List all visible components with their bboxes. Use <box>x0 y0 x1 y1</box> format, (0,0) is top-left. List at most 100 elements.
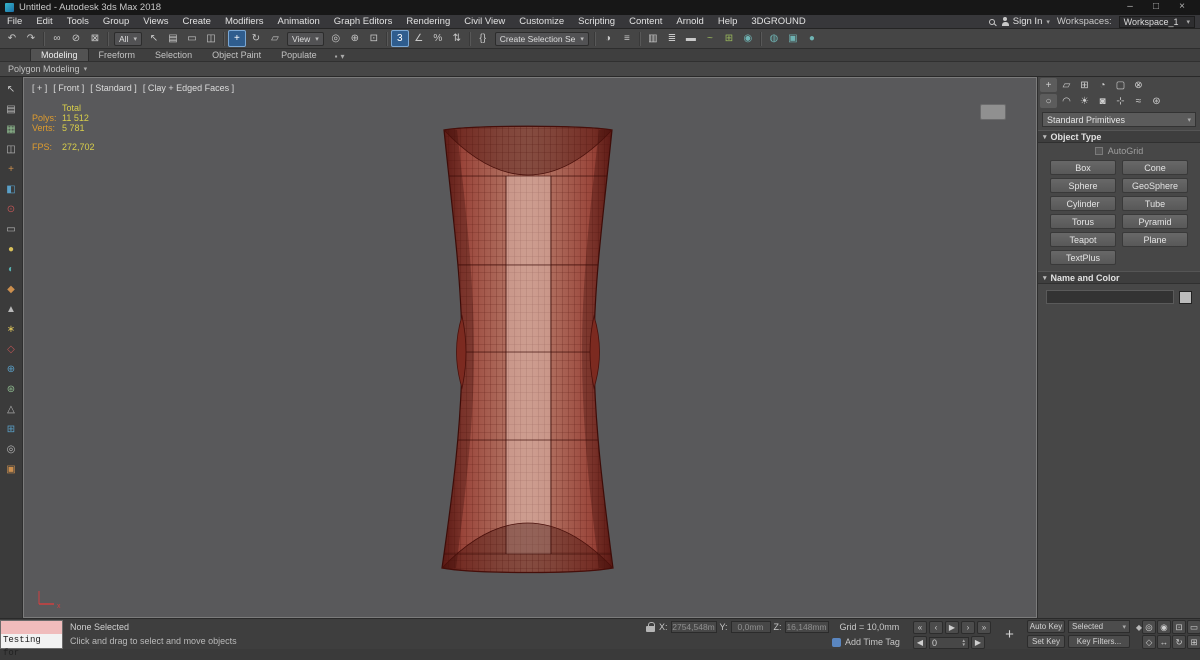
left-toolbar-button-20[interactable]: ▣ <box>3 461 20 478</box>
maximize-viewport-toggle[interactable]: ⊞ <box>1187 635 1200 649</box>
selection-lock-icon[interactable] <box>646 621 656 633</box>
reference-coordinate-dropdown[interactable]: View <box>286 31 324 46</box>
select-object-button[interactable]: ↖ <box>145 30 163 47</box>
left-toolbar-button-18[interactable]: ⊞ <box>3 421 20 438</box>
polygon-modeling-panel[interactable]: Polygon Modeling <box>8 64 80 74</box>
align-button[interactable]: ≡ <box>618 30 636 47</box>
menu-modifiers[interactable]: Modifiers <box>218 15 271 28</box>
close-button[interactable]: × <box>1169 0 1195 15</box>
toggle-layer-explorer-button[interactable]: ≣ <box>663 30 681 47</box>
primitive-category-dropdown[interactable]: Standard Primitives ▾ <box>1042 112 1196 127</box>
ribbon-tab-modeling[interactable]: Modeling <box>30 48 89 61</box>
left-toolbar-button-14[interactable]: ◇ <box>3 341 20 358</box>
search-icon[interactable] <box>988 18 995 25</box>
render-production-button[interactable]: ● <box>803 30 821 47</box>
toggle-ribbon-button[interactable]: ▬ <box>682 30 700 47</box>
menu-3dground[interactable]: 3DGROUND <box>744 15 812 28</box>
autogrid-checkbox[interactable]: AutoGrid <box>1038 143 1200 158</box>
previous-key-button[interactable]: ◀ <box>913 636 927 649</box>
left-toolbar-button-05[interactable]: + <box>3 161 20 178</box>
object-color-swatch[interactable] <box>1179 290 1192 304</box>
tab-create[interactable]: + <box>1040 78 1057 92</box>
go-to-end-button[interactable]: » <box>977 621 991 634</box>
sign-in-button[interactable]: Sign In ▾ <box>1001 16 1050 27</box>
absolute-offset-toggle[interactable]: + <box>1000 625 1019 644</box>
viewport-menu-pov[interactable]: [ Front ] <box>53 83 84 93</box>
keyboard-override-toggle[interactable]: ⊡ <box>365 30 383 47</box>
menu-views[interactable]: Views <box>136 15 175 28</box>
orbit-button[interactable]: ↻ <box>1172 635 1186 649</box>
cone-button[interactable]: Cone <box>1122 160 1188 175</box>
viewport-menu-general[interactable]: [ + ] <box>32 83 47 93</box>
menu-rendering[interactable]: Rendering <box>399 15 457 28</box>
key-filters-button[interactable]: Key Filters... <box>1068 635 1130 648</box>
pan-view-button[interactable]: ↔ <box>1157 635 1171 649</box>
snaps-toggle-3d[interactable]: 3 <box>390 30 409 47</box>
left-toolbar-button-09[interactable]: ● <box>3 241 20 258</box>
z-coordinate-field[interactable]: 16,148mm <box>784 621 829 633</box>
zoom-extents-button[interactable]: ⊡ <box>1172 620 1186 634</box>
select-and-move-button[interactable]: + <box>227 30 246 47</box>
left-toolbar-button-16[interactable]: ⊛ <box>3 381 20 398</box>
left-toolbar-button-08[interactable]: ▭ <box>3 221 20 238</box>
menu-group[interactable]: Group <box>96 15 136 28</box>
menu-arnold[interactable]: Arnold <box>669 15 710 28</box>
left-toolbar-button-15[interactable]: ⊕ <box>3 361 20 378</box>
set-key-button[interactable]: Set Key <box>1027 635 1065 648</box>
toggle-scene-explorer-button[interactable]: ▥ <box>644 30 662 47</box>
undo-button[interactable]: ↶ <box>3 30 21 47</box>
play-animation-button[interactable]: ▶ <box>945 621 959 634</box>
auto-key-button[interactable]: Auto Key <box>1027 620 1065 633</box>
pyramid-button[interactable]: Pyramid <box>1122 214 1188 229</box>
spinner-snap-toggle[interactable]: ⇅ <box>448 30 466 47</box>
category-shapes[interactable]: ◠ <box>1058 94 1075 108</box>
category-space-warps[interactable]: ≈ <box>1130 94 1147 108</box>
geosphere-button[interactable]: GeoSphere <box>1122 178 1188 193</box>
edit-named-selection-sets-button[interactable]: {} <box>474 30 492 47</box>
y-coordinate-field[interactable]: 0,0mm <box>730 621 771 633</box>
left-toolbar-button-19[interactable]: ◎ <box>3 441 20 458</box>
cylinder-button[interactable]: Cylinder <box>1050 196 1116 211</box>
menu-customize[interactable]: Customize <box>512 15 571 28</box>
animate-selection-dropdown[interactable]: Selected ▾ <box>1068 620 1130 633</box>
ribbon-tab-freeform[interactable]: Freeform <box>89 49 146 61</box>
mirror-button[interactable]: ◑ <box>599 30 617 47</box>
bind-to-space-warp-button[interactable]: ⊠ <box>86 30 104 47</box>
current-frame-field[interactable]: 0 ▲ ▼ <box>929 636 969 649</box>
tab-display[interactable]: ▢ <box>1112 78 1129 92</box>
maximize-button[interactable]: □ <box>1143 0 1169 15</box>
select-and-rotate-button[interactable]: ↻ <box>247 30 265 47</box>
field-of-view-button[interactable]: ◇ <box>1142 635 1156 649</box>
tab-modify[interactable]: ▱ <box>1058 78 1075 92</box>
left-toolbar-button-01[interactable]: ↖ <box>3 81 20 98</box>
select-and-link-button[interactable]: ∞ <box>48 30 66 47</box>
viewport-front[interactable]: [ + ] [ Front ] [ Standard ] [ Clay + Edged… <box>23 77 1037 618</box>
ribbon-tab-object-paint[interactable]: Object Paint <box>202 49 271 61</box>
menu-edit[interactable]: Edit <box>29 15 59 28</box>
maxscript-mini-listener[interactable]: Testing for <box>0 620 63 658</box>
category-helpers[interactable]: ⊹ <box>1112 94 1129 108</box>
category-geometry[interactable]: ○ <box>1040 94 1057 108</box>
material-editor-button[interactable]: ◉ <box>739 30 757 47</box>
left-toolbar-button-17[interactable]: △ <box>3 401 20 418</box>
schematic-view-button[interactable]: ⊞ <box>720 30 738 47</box>
plane-button[interactable]: Plane <box>1122 232 1188 247</box>
rollout-object-type[interactable]: ▾ Object Type <box>1038 130 1200 143</box>
minimize-button[interactable]: – <box>1117 0 1143 15</box>
left-toolbar-button-02[interactable]: ▤ <box>3 101 20 118</box>
viewport-menu-shading[interactable]: [ Clay + Edged Faces ] <box>143 83 234 93</box>
ribbon-tab-populate[interactable]: Populate <box>271 49 327 61</box>
add-time-tag[interactable]: Add Time Tag <box>832 637 900 647</box>
listener-line[interactable]: Testing for <box>1 634 62 658</box>
percent-snap-toggle[interactable]: % <box>429 30 447 47</box>
tab-hierarchy[interactable]: ⊞ <box>1076 78 1093 92</box>
tube-button[interactable]: Tube <box>1122 196 1188 211</box>
next-frame-button[interactable]: › <box>961 621 975 634</box>
left-toolbar-button-03[interactable]: ▦ <box>3 121 20 138</box>
viewport-menu-render-level[interactable]: [ Standard ] <box>90 83 137 93</box>
selection-filter-dropdown[interactable]: All <box>114 31 142 46</box>
go-to-start-button[interactable]: « <box>913 621 927 634</box>
render-setup-button[interactable]: ◍ <box>765 30 783 47</box>
viewcube[interactable] <box>980 104 1006 120</box>
category-lights[interactable]: ☀ <box>1076 94 1093 108</box>
